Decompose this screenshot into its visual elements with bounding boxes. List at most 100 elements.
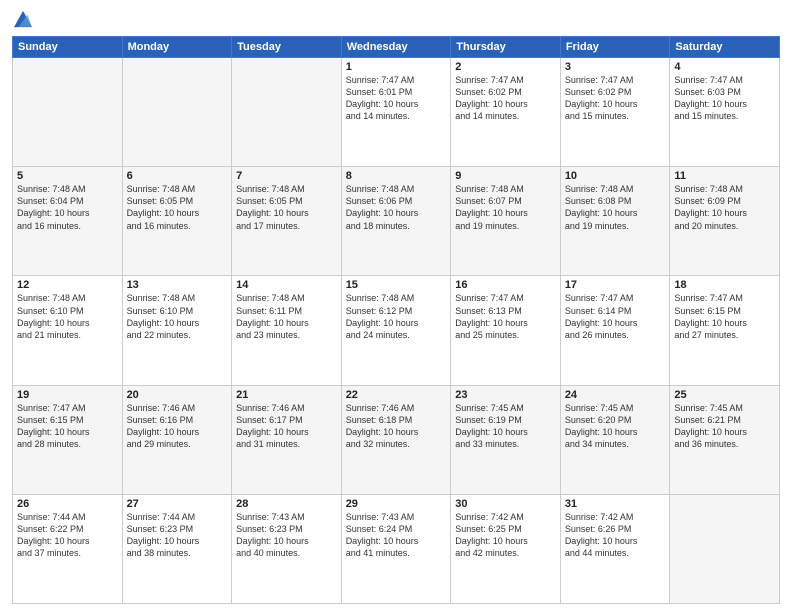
day-number: 24	[565, 389, 666, 401]
weekday-header-thursday: Thursday	[451, 37, 561, 58]
day-number: 26	[17, 498, 118, 510]
calendar-cell: 6Sunrise: 7:48 AM Sunset: 6:05 PM Daylig…	[122, 167, 232, 276]
day-info: Sunrise: 7:48 AM Sunset: 6:05 PM Dayligh…	[127, 183, 228, 232]
page: SundayMondayTuesdayWednesdayThursdayFrid…	[0, 0, 792, 612]
calendar-cell: 3Sunrise: 7:47 AM Sunset: 6:02 PM Daylig…	[560, 58, 670, 167]
day-info: Sunrise: 7:43 AM Sunset: 6:24 PM Dayligh…	[346, 511, 447, 560]
day-info: Sunrise: 7:48 AM Sunset: 6:10 PM Dayligh…	[127, 292, 228, 341]
calendar-cell: 1Sunrise: 7:47 AM Sunset: 6:01 PM Daylig…	[341, 58, 451, 167]
calendar-cell: 28Sunrise: 7:43 AM Sunset: 6:23 PM Dayli…	[232, 494, 342, 603]
calendar-cell: 7Sunrise: 7:48 AM Sunset: 6:05 PM Daylig…	[232, 167, 342, 276]
calendar-cell: 17Sunrise: 7:47 AM Sunset: 6:14 PM Dayli…	[560, 276, 670, 385]
day-info: Sunrise: 7:43 AM Sunset: 6:23 PM Dayligh…	[236, 511, 337, 560]
day-info: Sunrise: 7:48 AM Sunset: 6:08 PM Dayligh…	[565, 183, 666, 232]
calendar-cell: 19Sunrise: 7:47 AM Sunset: 6:15 PM Dayli…	[13, 385, 123, 494]
calendar-cell: 8Sunrise: 7:48 AM Sunset: 6:06 PM Daylig…	[341, 167, 451, 276]
day-info: Sunrise: 7:45 AM Sunset: 6:20 PM Dayligh…	[565, 402, 666, 451]
day-info: Sunrise: 7:42 AM Sunset: 6:26 PM Dayligh…	[565, 511, 666, 560]
day-number: 27	[127, 498, 228, 510]
calendar-cell	[122, 58, 232, 167]
calendar-cell: 31Sunrise: 7:42 AM Sunset: 6:26 PM Dayli…	[560, 494, 670, 603]
day-number: 16	[455, 279, 556, 291]
day-number: 19	[17, 389, 118, 401]
day-info: Sunrise: 7:48 AM Sunset: 6:10 PM Dayligh…	[17, 292, 118, 341]
day-info: Sunrise: 7:48 AM Sunset: 6:07 PM Dayligh…	[455, 183, 556, 232]
calendar-week-row-5: 26Sunrise: 7:44 AM Sunset: 6:22 PM Dayli…	[13, 494, 780, 603]
calendar-cell: 30Sunrise: 7:42 AM Sunset: 6:25 PM Dayli…	[451, 494, 561, 603]
weekday-header-wednesday: Wednesday	[341, 37, 451, 58]
day-info: Sunrise: 7:47 AM Sunset: 6:02 PM Dayligh…	[455, 74, 556, 123]
day-number: 4	[674, 61, 775, 73]
day-number: 29	[346, 498, 447, 510]
calendar-cell: 12Sunrise: 7:48 AM Sunset: 6:10 PM Dayli…	[13, 276, 123, 385]
day-number: 11	[674, 170, 775, 182]
day-number: 10	[565, 170, 666, 182]
weekday-header-tuesday: Tuesday	[232, 37, 342, 58]
day-number: 3	[565, 61, 666, 73]
day-number: 13	[127, 279, 228, 291]
calendar-cell	[13, 58, 123, 167]
day-number: 25	[674, 389, 775, 401]
day-info: Sunrise: 7:48 AM Sunset: 6:05 PM Dayligh…	[236, 183, 337, 232]
day-info: Sunrise: 7:47 AM Sunset: 6:13 PM Dayligh…	[455, 292, 556, 341]
calendar-cell	[670, 494, 780, 603]
day-number: 1	[346, 61, 447, 73]
day-number: 21	[236, 389, 337, 401]
day-number: 31	[565, 498, 666, 510]
calendar-cell: 22Sunrise: 7:46 AM Sunset: 6:18 PM Dayli…	[341, 385, 451, 494]
calendar-cell	[232, 58, 342, 167]
day-number: 14	[236, 279, 337, 291]
weekday-header-row: SundayMondayTuesdayWednesdayThursdayFrid…	[13, 37, 780, 58]
day-info: Sunrise: 7:44 AM Sunset: 6:22 PM Dayligh…	[17, 511, 118, 560]
day-info: Sunrise: 7:48 AM Sunset: 6:11 PM Dayligh…	[236, 292, 337, 341]
calendar-cell: 27Sunrise: 7:44 AM Sunset: 6:23 PM Dayli…	[122, 494, 232, 603]
day-number: 18	[674, 279, 775, 291]
calendar-cell: 10Sunrise: 7:48 AM Sunset: 6:08 PM Dayli…	[560, 167, 670, 276]
day-info: Sunrise: 7:45 AM Sunset: 6:21 PM Dayligh…	[674, 402, 775, 451]
day-number: 5	[17, 170, 118, 182]
day-info: Sunrise: 7:42 AM Sunset: 6:25 PM Dayligh…	[455, 511, 556, 560]
calendar-week-row-3: 12Sunrise: 7:48 AM Sunset: 6:10 PM Dayli…	[13, 276, 780, 385]
calendar-cell: 9Sunrise: 7:48 AM Sunset: 6:07 PM Daylig…	[451, 167, 561, 276]
calendar-cell: 18Sunrise: 7:47 AM Sunset: 6:15 PM Dayli…	[670, 276, 780, 385]
day-number: 23	[455, 389, 556, 401]
day-info: Sunrise: 7:47 AM Sunset: 6:01 PM Dayligh…	[346, 74, 447, 123]
calendar-cell: 16Sunrise: 7:47 AM Sunset: 6:13 PM Dayli…	[451, 276, 561, 385]
day-number: 6	[127, 170, 228, 182]
day-number: 12	[17, 279, 118, 291]
day-number: 7	[236, 170, 337, 182]
weekday-header-sunday: Sunday	[13, 37, 123, 58]
day-info: Sunrise: 7:46 AM Sunset: 6:16 PM Dayligh…	[127, 402, 228, 451]
calendar-cell: 24Sunrise: 7:45 AM Sunset: 6:20 PM Dayli…	[560, 385, 670, 494]
logo	[12, 10, 32, 28]
calendar-cell: 4Sunrise: 7:47 AM Sunset: 6:03 PM Daylig…	[670, 58, 780, 167]
day-info: Sunrise: 7:46 AM Sunset: 6:18 PM Dayligh…	[346, 402, 447, 451]
day-info: Sunrise: 7:48 AM Sunset: 6:06 PM Dayligh…	[346, 183, 447, 232]
calendar-cell: 13Sunrise: 7:48 AM Sunset: 6:10 PM Dayli…	[122, 276, 232, 385]
calendar-cell: 25Sunrise: 7:45 AM Sunset: 6:21 PM Dayli…	[670, 385, 780, 494]
weekday-header-monday: Monday	[122, 37, 232, 58]
day-info: Sunrise: 7:47 AM Sunset: 6:02 PM Dayligh…	[565, 74, 666, 123]
calendar-cell: 5Sunrise: 7:48 AM Sunset: 6:04 PM Daylig…	[13, 167, 123, 276]
day-number: 8	[346, 170, 447, 182]
calendar-cell: 21Sunrise: 7:46 AM Sunset: 6:17 PM Dayli…	[232, 385, 342, 494]
calendar-cell: 29Sunrise: 7:43 AM Sunset: 6:24 PM Dayli…	[341, 494, 451, 603]
calendar-cell: 23Sunrise: 7:45 AM Sunset: 6:19 PM Dayli…	[451, 385, 561, 494]
day-number: 9	[455, 170, 556, 182]
weekday-header-saturday: Saturday	[670, 37, 780, 58]
day-number: 15	[346, 279, 447, 291]
calendar-cell: 26Sunrise: 7:44 AM Sunset: 6:22 PM Dayli…	[13, 494, 123, 603]
calendar-cell: 2Sunrise: 7:47 AM Sunset: 6:02 PM Daylig…	[451, 58, 561, 167]
day-info: Sunrise: 7:48 AM Sunset: 6:09 PM Dayligh…	[674, 183, 775, 232]
calendar-cell: 15Sunrise: 7:48 AM Sunset: 6:12 PM Dayli…	[341, 276, 451, 385]
day-info: Sunrise: 7:46 AM Sunset: 6:17 PM Dayligh…	[236, 402, 337, 451]
header	[12, 10, 780, 28]
calendar-table: SundayMondayTuesdayWednesdayThursdayFrid…	[12, 36, 780, 604]
day-number: 30	[455, 498, 556, 510]
day-info: Sunrise: 7:44 AM Sunset: 6:23 PM Dayligh…	[127, 511, 228, 560]
day-info: Sunrise: 7:48 AM Sunset: 6:04 PM Dayligh…	[17, 183, 118, 232]
day-info: Sunrise: 7:47 AM Sunset: 6:14 PM Dayligh…	[565, 292, 666, 341]
logo-icon	[14, 10, 32, 28]
calendar-cell: 20Sunrise: 7:46 AM Sunset: 6:16 PM Dayli…	[122, 385, 232, 494]
calendar-week-row-1: 1Sunrise: 7:47 AM Sunset: 6:01 PM Daylig…	[13, 58, 780, 167]
